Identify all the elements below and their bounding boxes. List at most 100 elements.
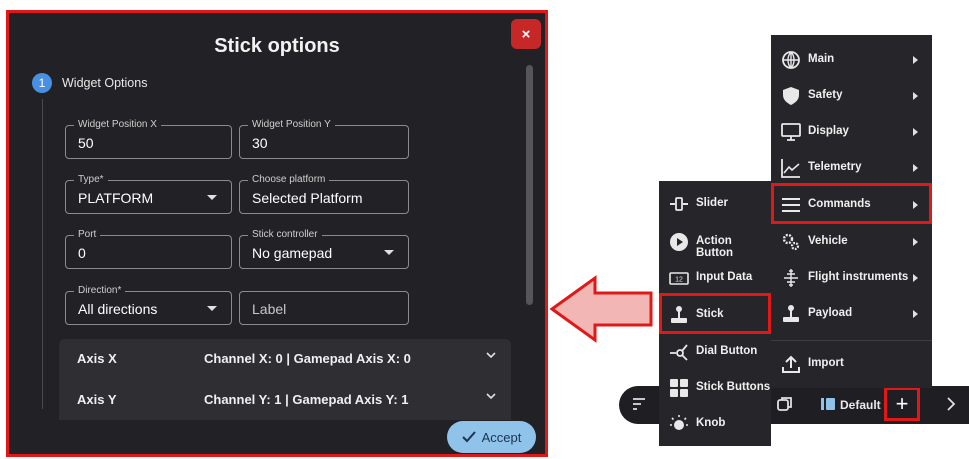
field-label: Stick controller [248,229,322,241]
chevron-down-icon [486,393,496,400]
field-value: PLATFORM [78,190,154,206]
type-select[interactable]: Type* PLATFORM [65,174,232,214]
axis-description: Channel X: 0 | Gamepad Axis X: 0 [204,351,411,366]
label-input[interactable]: Label [239,291,409,325]
menu-item-label: Knob [696,417,726,429]
field-label: Port [74,229,101,241]
menu-item-label: Main [808,53,835,65]
shield-icon [783,87,799,105]
menu-item-label: Flight instruments [808,271,909,283]
submenu-arrow-icon [913,164,918,172]
label-placeholder: Label [252,301,287,317]
field-label: Widget Position Y [248,119,335,131]
choose-platform-field[interactable]: Choose platform Selected Platform [239,174,409,214]
menu-item-main[interactable]: Main [771,41,932,78]
menu-item-label: Import [808,357,844,369]
field-label: Choose platform [248,174,330,186]
stick-controller-select[interactable]: Stick controller No gamepad [239,229,409,269]
menu-item-safety[interactable]: Safety [771,77,932,114]
menu-item-flight-instruments[interactable]: Flight instruments [771,259,932,296]
field-label: Type* [74,174,108,186]
profile-label[interactable]: Default [840,398,881,412]
play-circle-icon [670,233,688,251]
menu-item-payload[interactable]: Payload [771,295,932,332]
menu-item-label: Safety [808,89,843,101]
submenu-item-action-button[interactable]: Action Button [659,223,771,260]
field-value: Selected Platform [252,190,363,206]
submenu-item-dial-button[interactable]: Dial Button [659,333,771,370]
stepper-step[interactable]: 1 Widget Options [32,73,147,93]
submenu-arrow-icon [913,310,918,318]
upload-icon [782,355,800,373]
left-arrow-annotation [549,275,653,343]
field-label: Widget Position X [74,119,161,131]
menu-item-label: Dial Button [696,345,758,357]
menu-item-label: Action Button [696,235,734,259]
dial-icon [670,344,688,361]
attitude-icon [784,269,798,287]
port-field[interactable]: Port 0 [65,229,232,269]
commands-highlight-box [771,183,932,224]
chevron-right-icon[interactable] [946,397,956,411]
gears-icon [782,233,800,251]
svg-text:12: 12 [675,277,683,284]
direction-select[interactable]: Direction* All directions [65,285,232,325]
widget-position-x-field[interactable]: Widget Position X 50 [65,119,232,159]
submenu-item-slider[interactable]: Slider [659,185,771,222]
check-icon [461,431,476,443]
submenu-item-input-data[interactable]: 12 Input Data [659,259,771,296]
screen: Stick options × 1 Widget Options Widget … [0,0,969,459]
dropdown-caret-icon [207,195,217,200]
menu-item-vehicle[interactable]: Vehicle [771,223,932,260]
field-value: 50 [78,135,94,151]
menu-item-import[interactable]: Import [771,345,932,382]
submenu-arrow-icon [913,56,918,64]
knob-icon [670,415,688,430]
line-chart-icon [781,159,800,178]
field-value: 0 [78,245,86,261]
accept-button[interactable]: Accept [447,421,536,453]
dropdown-caret-icon [207,306,217,311]
field-label: Direction* [74,285,126,297]
stick-options-dialog: Stick options × 1 Widget Options Widget … [6,10,548,457]
number-input-icon: 12 [669,272,689,285]
globe-icon [782,51,800,69]
dropdown-caret-icon [384,250,394,255]
menu-item-label: Payload [808,307,853,319]
axis-x-panel[interactable]: Axis X Channel X: 0 | Gamepad Axis X: 0 [59,339,511,380]
submenu-arrow-icon [913,92,918,100]
step-number: 1 [32,73,52,93]
field-value: No gamepad [252,245,333,261]
field-value: 30 [252,135,268,151]
copy-icon[interactable] [777,396,793,412]
menu-item-display[interactable]: Display [771,113,932,150]
add-widget-button[interactable]: + [884,387,920,421]
submenu-arrow-icon [913,128,918,136]
monitor-icon [781,123,801,141]
menu-item-label: Vehicle [808,235,848,247]
axis-y-panel[interactable]: Axis Y Channel Y: 1 | Gamepad Axis Y: 1 [59,380,511,420]
stepper-line [42,99,43,409]
menu-item-label: Telemetry [808,161,862,173]
menu-item-telemetry[interactable]: Telemetry [771,149,932,186]
menu-item-label: Stick Buttons [696,381,771,393]
stick-highlight-box [659,293,771,334]
grid-icon [670,379,688,397]
menu-item-label: Input Data [696,271,753,283]
submenu-arrow-icon [913,274,918,282]
dialog-title: Stick options [214,35,340,57]
axis-name: Axis X [77,351,117,366]
axis-description: Channel Y: 1 | Gamepad Axis Y: 1 [204,392,409,407]
joystick-icon [783,305,799,322]
close-button[interactable]: × [511,19,541,49]
slider-icon [670,197,688,211]
widget-position-y-field[interactable]: Widget Position Y 30 [239,119,409,159]
profile-icon [821,398,835,410]
field-value: All directions [78,301,158,317]
submenu-item-knob[interactable]: Knob [659,405,771,442]
menu-lines-icon[interactable] [632,397,648,411]
submenu-item-stick-buttons[interactable]: Stick Buttons [659,369,771,406]
menu-item-label: Slider [696,197,728,209]
dialog-scrollbar[interactable] [526,65,533,305]
step-label: Widget Options [62,76,148,90]
